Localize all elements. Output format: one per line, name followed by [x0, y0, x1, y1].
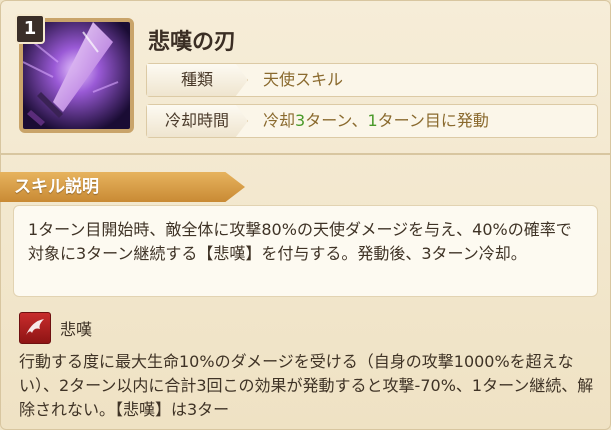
cooldown-text-2: ターン、 [305, 111, 368, 130]
effect-icon [19, 312, 51, 344]
skill-title: 悲嘆の刃 [148, 30, 237, 55]
cooldown-text-3: ターン目に発動 [377, 111, 489, 130]
cooldown-row: 冷却時間 冷却3ターン、1ターン目に発動 [146, 104, 598, 138]
effect-name: 悲嘆 [60, 320, 93, 339]
cooldown-label: 冷却時間 [147, 105, 248, 137]
cooldown-text-1: 冷却 [263, 111, 296, 130]
section-title: スキル説明 [14, 177, 99, 197]
skill-description: 1ターン目開始時、敵全体に攻撃80%の天使ダメージを与え、40%の確率で対象に3… [13, 205, 598, 297]
skill-type-value: 天使スキル [263, 70, 344, 89]
red-wing-icon [26, 319, 44, 335]
effect-description: 行動する度に最大生命10%のダメージを受ける（自身の攻撃1000%を超えない）、… [19, 352, 594, 419]
skill-level-badge: 1 [15, 14, 45, 44]
skill-type-label: 種類 [147, 64, 248, 96]
cooldown-turns: 3 [295, 111, 306, 130]
section-divider [0, 153, 611, 155]
trigger-turn: 1 [367, 111, 378, 130]
cooldown-value: 冷却3ターン、1ターン目に発動 [263, 105, 489, 137]
skill-type-row: 種類 天使スキル [146, 63, 598, 97]
